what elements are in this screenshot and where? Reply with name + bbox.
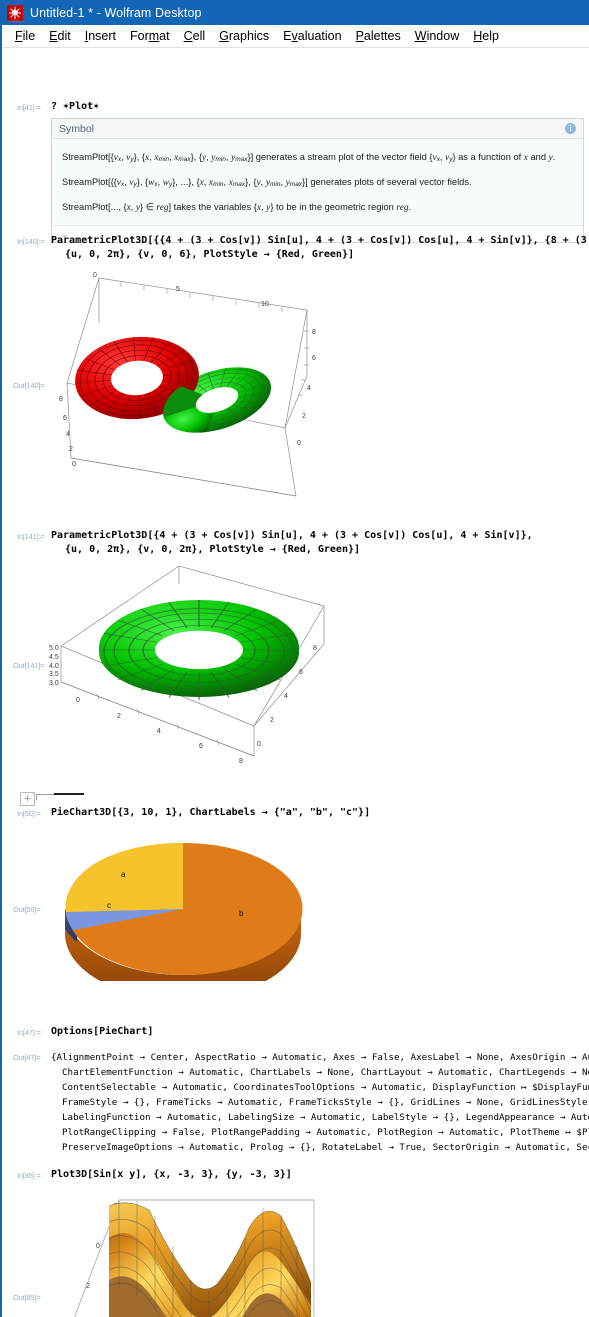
axis-tick-y-2: 2 [69, 446, 73, 453]
code-piechart3d[interactable]: PieChart3D[{3, 10, 1}, ChartLabels → {"a… [51, 806, 370, 820]
axis-tick-z-4: 4 [307, 385, 311, 392]
out-label-141: Out[141]= [13, 661, 45, 670]
insert-line [36, 794, 54, 795]
out-label-50: Out[50]= [13, 905, 41, 914]
in-label-141: In[141]:= [17, 532, 45, 541]
insert-line-bold [54, 793, 84, 795]
add-cell-button[interactable]: + [20, 792, 35, 806]
code-plot3d-sin[interactable]: Plot3D[Sin[x y], {x, -3, 3}, {y, -3, 3}] [51, 1168, 292, 1182]
wolfram-spikey-icon [7, 4, 23, 21]
symbol-usage-line-2: StreamPlot[{{vx, vy}, {wx, wy}, ...}, {x… [62, 177, 472, 188]
notebook-canvas[interactable]: In[41]:= ? ✶Plot✶ Symbol i StreamPlot[{v… [2, 48, 589, 1317]
window-title: Untitled-1 * - Wolfram Desktop [30, 5, 202, 20]
menu-graphics[interactable]: Graphics [212, 27, 276, 45]
out-label-140: Out[140]= [13, 381, 45, 390]
code-help-query[interactable]: ? ✶Plot✶ [51, 100, 99, 114]
title-bar: Untitled-1 * - Wolfram Desktop [2, 0, 589, 25]
symbol-usage-line-1: StreamPlot[{vx, vy}, {x, xmin, xmax}, {y… [62, 152, 556, 163]
menu-insert[interactable]: Insert [78, 27, 123, 45]
axis-tick-z-3.5: 3.5 [49, 671, 59, 678]
axis-tick-x-2: 2 [117, 713, 121, 720]
graphic-piechart3d[interactable]: a b c [47, 826, 327, 981]
symbol-popup-header: Symbol i [52, 119, 583, 139]
axis-tick-x-8: 8 [239, 758, 243, 765]
output-options-line-6: PlotRangeClipping → False, PlotRangePadd… [62, 1127, 589, 1138]
in-label-41: In[41]:= [17, 103, 41, 112]
axis-tick-z-5.0: 5.0 [49, 645, 59, 652]
info-icon[interactable]: i [565, 123, 576, 134]
symbol-help-popup: Symbol i StreamPlot[{vx, vy}, {x, xmin, … [51, 118, 584, 243]
axis-tick-z-8: 8 [312, 329, 316, 336]
axis-tick-y-6: 6 [63, 415, 67, 422]
symbol-usage-line-3: StreamPlot[..., {x, y} ∈ reg] takes the … [62, 202, 412, 213]
output-options-line-3: ContentSelectable → Automatic, Coordinat… [62, 1082, 589, 1093]
axis-tick-y-8: 8 [59, 396, 63, 403]
axis-tick-y-0: 0 [257, 741, 261, 748]
symbol-popup-title: Symbol [59, 122, 95, 135]
axis-tick-z-3.0: 3.0 [49, 680, 59, 687]
out-label-85: Out[85]= [13, 1293, 41, 1302]
menu-cell[interactable]: Cell [177, 27, 213, 45]
axis-tick-y-4: 4 [66, 431, 70, 438]
output-options-line-5: LabelingFunction → Automatic, LabelingSi… [62, 1112, 589, 1123]
axis-tick-y-2: 2 [86, 1283, 90, 1290]
output-options-line-1: {AlignmentPoint → Center, AspectRatio → … [51, 1052, 589, 1063]
pie-label-a: a [121, 870, 126, 879]
code-parametricplot3d-two-tori-line2[interactable]: {u, 0, 2π}, {v, 0, 6}, PlotStyle → {Red,… [65, 248, 354, 262]
axis-tick-y-6: 6 [299, 669, 303, 676]
axis-tick-x-6: 6 [199, 743, 203, 750]
menu-palettes[interactable]: Palettes [349, 27, 408, 45]
axis-tick-z-2: 2 [302, 413, 306, 420]
graphic-plot3d-sin[interactable]: -2 0 2 1.0 0.5 0.0 [49, 1188, 339, 1317]
output-options-line-7: PreserveImageOptions → Automatic, Prolog… [62, 1142, 589, 1153]
pie-label-c: c [107, 901, 111, 910]
symbol-popup-body: StreamPlot[{vx, vy}, {x, xmin, xmax}, {y… [52, 139, 583, 225]
axis-tick-z-0: 0 [297, 440, 301, 447]
axis-tick-y-0: 0 [96, 1243, 100, 1250]
axis-tick-y-0: 0 [72, 461, 76, 468]
axis-tick-y-8: 8 [313, 645, 317, 652]
out-label-47: Out[47]= [13, 1053, 41, 1062]
menu-help[interactable]: Help [466, 27, 506, 45]
menu-evaluation[interactable]: Evaluation [276, 27, 348, 45]
menu-file[interactable]: File [8, 27, 42, 45]
torus-green-single [99, 599, 299, 700]
menu-bar: File Edit Insert Format Cell Graphics Ev… [2, 25, 589, 48]
in-label-47: In[47]:= [17, 1028, 41, 1037]
axis-tick-y-4: 4 [284, 693, 288, 700]
menu-window[interactable]: Window [408, 27, 466, 45]
code-parametricplot3d-single-torus-line2[interactable]: {u, 0, 2π}, {v, 0, 2π}, PlotStyle → {Red… [65, 543, 360, 557]
in-label-85: In[85]:= [17, 1171, 41, 1180]
wolfram-desktop-window: Untitled-1 * - Wolfram Desktop File Edit… [0, 0, 589, 1317]
axis-tick-x-5: 5 [176, 286, 180, 293]
axis-tick-x-10: 10 [261, 301, 269, 308]
graphic-single-torus[interactable]: 5.0 4.5 4.0 3.5 3.0 0 2 4 6 8 8 6 4 2 0 [49, 566, 329, 771]
axis-tick-z-6: 6 [312, 355, 316, 362]
surface-sin-xy [108, 1201, 312, 1317]
axis-tick-z-4.0: 4.0 [49, 663, 59, 670]
code-parametricplot3d-two-tori-line1[interactable]: ParametricPlot3D[{{4 + (3 + Cos[v]) Sin[… [51, 234, 589, 248]
axis-tick-z-4.5: 4.5 [49, 654, 59, 661]
axis-tick-y-2: 2 [270, 717, 274, 724]
in-label-140: In[140]:= [17, 237, 45, 246]
in-label-50: In[50]:= [17, 809, 41, 818]
menu-edit[interactable]: Edit [42, 27, 78, 45]
code-parametricplot3d-single-torus-line1[interactable]: ParametricPlot3D[{4 + (3 + Cos[v]) Sin[u… [51, 529, 533, 543]
graphic-two-tori[interactable]: 0 5 10 8 6 4 2 0 8 6 4 2 0 [49, 268, 339, 508]
pie-label-b: b [239, 909, 244, 918]
code-options-piechart[interactable]: Options[PieChart] [51, 1025, 153, 1039]
menu-format[interactable]: Format [123, 27, 177, 45]
axis-tick-x-0: 0 [76, 697, 80, 704]
output-options-line-4: FrameStyle → {}, FrameTicks → Automatic,… [62, 1097, 588, 1108]
insert-tick [36, 794, 37, 800]
axis-tick-x-0: 0 [93, 272, 97, 279]
output-options-line-2: ChartElementFunction → Automatic, ChartL… [62, 1067, 589, 1078]
axis-tick-x-4: 4 [157, 728, 161, 735]
